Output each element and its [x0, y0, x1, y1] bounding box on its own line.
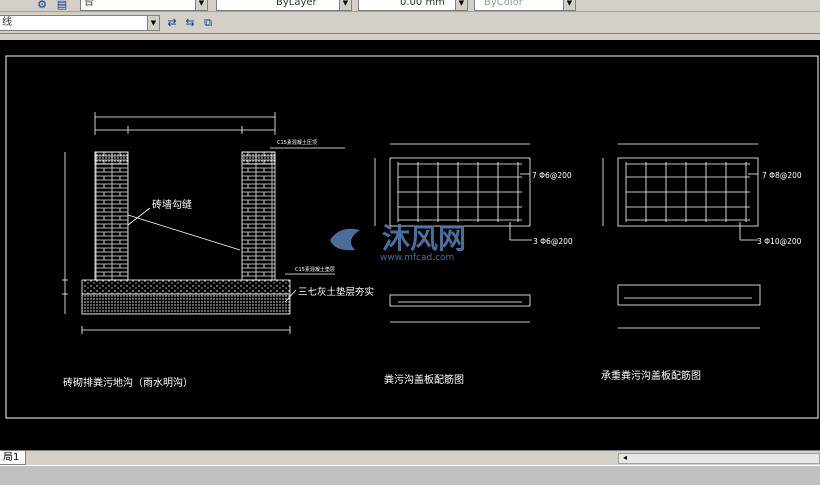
mid-label-top: 7 Φ6@200	[532, 171, 572, 180]
layout-tab-bar: 局1 ◂	[0, 450, 820, 465]
layer-combo[interactable]: 台 ▼	[80, 0, 208, 11]
right-title: 承重粪污沟盖板配筋图	[601, 369, 701, 382]
left-callout-bottom: C15素混凝土垫层	[295, 266, 335, 273]
color-combo-value: ByLayer	[276, 0, 317, 8]
drawing-canvas[interactable]: C15素混凝土压顶 砖墙勾缝 C15素混凝土垫层 三七灰土垫层夯实 砖砌排粪污地…	[0, 40, 820, 450]
match-layer-icon[interactable]: ⇄	[164, 15, 180, 31]
horizontal-scrollbar[interactable]: ◂	[618, 453, 820, 464]
layer-combo-value: 台	[84, 0, 94, 8]
chevron-down-icon: ▼	[147, 16, 159, 30]
left-title: 砖砌排粪污地沟（雨水明沟）	[63, 376, 193, 389]
layer-previous-icon[interactable]: ⇆	[182, 15, 198, 31]
watermark-logo: 沐风网 www.mfcad.com	[330, 222, 466, 263]
lineweight-combo[interactable]: 0.00 mm ▼	[358, 0, 468, 11]
watermark-url: www.mfcad.com	[380, 253, 454, 263]
color-combo[interactable]: ByLayer ▼	[216, 0, 352, 11]
chevron-down-icon: ▼	[195, 0, 207, 10]
properties-toolbar: ⚙ ▤ 台 ▼ ByLayer ▼ 0.00 mm ▼ ByColor ▼	[0, 0, 820, 12]
plotstyle-combo[interactable]: ByColor ▼	[474, 0, 576, 11]
left-callout-joint: 砖墙勾缝	[152, 198, 192, 211]
tab-layout1[interactable]: 局1	[0, 451, 27, 465]
plotstyle-combo-value: ByColor	[484, 0, 523, 8]
mid-label-bottom: 3 Φ6@200	[533, 237, 573, 246]
right-label-bottom: 3 Φ10@200	[757, 237, 802, 246]
mid-title: 粪污沟盖板配筋图	[384, 373, 464, 386]
chevron-down-icon: ▼	[339, 0, 351, 10]
layer-iso-icon[interactable]: ⧉	[200, 15, 216, 31]
tab-layout1-label: 局1	[3, 452, 20, 463]
right-label-top: 7 Φ8@200	[762, 171, 802, 180]
right-cover-plate-drawing	[602, 143, 761, 329]
cad-drawing: C15素混凝土压顶 砖墙勾缝 C15素混凝土垫层 三七灰土垫层夯实 砖砌排粪污地…	[5, 55, 819, 419]
left-callout-base: 三七灰土垫层夯实	[298, 286, 374, 298]
chevron-down-icon: ▼	[563, 0, 575, 10]
chevron-down-icon: ▼	[455, 0, 467, 10]
watermark-text: 沐风网	[382, 222, 466, 255]
left-callout-top: C15素混凝土压顶	[277, 139, 317, 146]
linetype-combo[interactable]: 线 ▼	[0, 15, 160, 31]
linetype-toolbar: 线 ▼ ⇄ ⇆ ⧉	[0, 12, 820, 34]
linetype-combo-value: 线	[2, 17, 12, 28]
status-bar	[0, 465, 820, 485]
scroll-left-icon[interactable]: ◂	[623, 453, 627, 462]
lineweight-combo-value: 0.00 mm	[400, 0, 445, 8]
